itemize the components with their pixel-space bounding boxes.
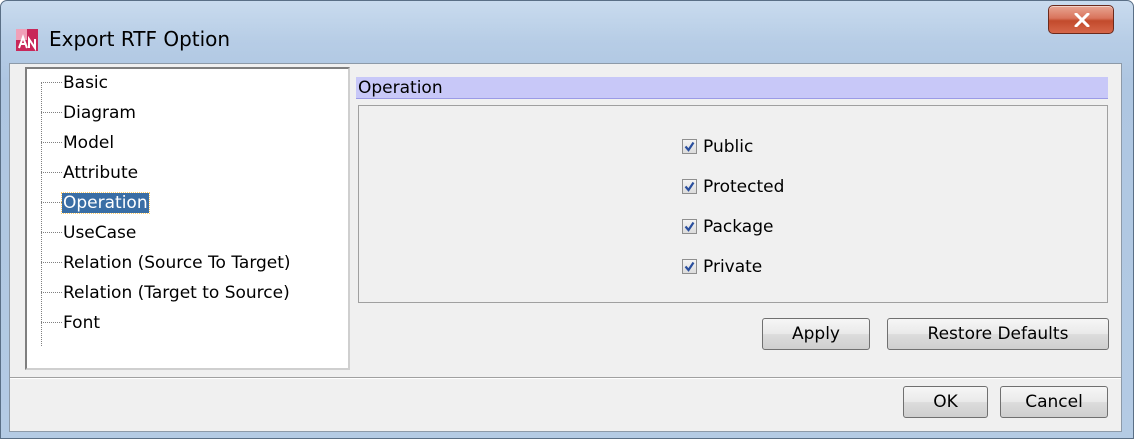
private-checkbox-row[interactable]: Private bbox=[682, 256, 762, 278]
check-icon bbox=[684, 141, 695, 152]
check-icon bbox=[684, 181, 695, 192]
dialog-window: Export RTF Option Basic Diagram Model At… bbox=[0, 0, 1134, 439]
tree-item-attribute[interactable]: Attribute bbox=[41, 161, 139, 185]
tree-item-label: Operation bbox=[61, 192, 150, 214]
ok-button[interactable]: OK bbox=[903, 386, 988, 418]
tree-item-label: Font bbox=[63, 313, 101, 333]
close-button[interactable] bbox=[1048, 5, 1114, 34]
package-checkbox[interactable] bbox=[682, 219, 697, 234]
protected-checkbox[interactable] bbox=[682, 179, 697, 194]
tree-item-label: Relation (Source To Target) bbox=[63, 253, 291, 273]
check-icon bbox=[684, 261, 695, 272]
tree-item-diagram[interactable]: Diagram bbox=[41, 101, 137, 125]
apply-button[interactable]: Apply bbox=[762, 318, 870, 350]
tree-item-relation-source-to-target[interactable]: Relation (Source To Target) bbox=[41, 251, 292, 275]
cancel-button[interactable]: Cancel bbox=[1000, 386, 1108, 418]
tree-item-model[interactable]: Model bbox=[41, 131, 115, 155]
close-icon bbox=[1074, 13, 1090, 27]
restore-defaults-button[interactable]: Restore Defaults bbox=[887, 318, 1109, 350]
tree-item-label: Basic bbox=[63, 73, 109, 93]
section-title: Operation bbox=[356, 77, 1108, 99]
check-icon bbox=[684, 221, 695, 232]
protected-label: Protected bbox=[703, 177, 785, 197]
options-panel: Operation Public Protected Package Priva… bbox=[356, 77, 1108, 303]
dialog-client-area: Basic Diagram Model Attribute Operation … bbox=[9, 63, 1122, 432]
package-label: Package bbox=[703, 217, 774, 237]
window-title: Export RTF Option bbox=[49, 27, 231, 51]
protected-checkbox-row[interactable]: Protected bbox=[682, 176, 784, 198]
options-group: Public Protected Package Private bbox=[358, 105, 1108, 303]
tree-item-label: Diagram bbox=[63, 103, 136, 123]
title-bar[interactable]: Export RTF Option bbox=[1, 1, 1133, 63]
public-label: Public bbox=[703, 137, 754, 157]
package-checkbox-row[interactable]: Package bbox=[682, 216, 773, 238]
public-checkbox-row[interactable]: Public bbox=[682, 136, 753, 158]
tree-item-font[interactable]: Font bbox=[41, 311, 101, 335]
tree-item-relation-target-to-source[interactable]: Relation (Target to Source) bbox=[41, 281, 291, 305]
tree-item-label: Model bbox=[63, 133, 115, 153]
tree-item-label: Relation (Target to Source) bbox=[63, 283, 290, 303]
private-label: Private bbox=[703, 257, 763, 277]
divider bbox=[10, 377, 1121, 379]
tree-item-label: UseCase bbox=[63, 223, 137, 243]
app-icon bbox=[16, 29, 38, 52]
tree-item-operation[interactable]: Operation bbox=[41, 191, 150, 215]
private-checkbox[interactable] bbox=[682, 259, 697, 274]
tree-item-label: Attribute bbox=[63, 163, 139, 183]
public-checkbox[interactable] bbox=[682, 139, 697, 154]
tree-item-basic[interactable]: Basic bbox=[41, 71, 109, 95]
category-tree: Basic Diagram Model Attribute Operation … bbox=[25, 67, 350, 370]
tree-item-usecase[interactable]: UseCase bbox=[41, 221, 137, 245]
